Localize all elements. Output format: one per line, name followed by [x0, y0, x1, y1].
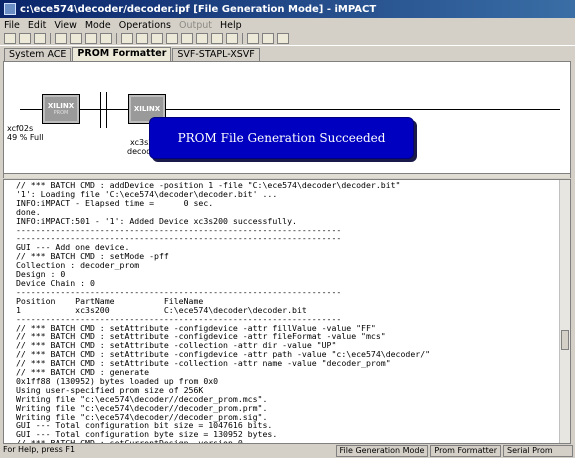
menu-operations[interactable]: Operations: [119, 20, 171, 31]
console-vertical-scrollbar[interactable]: [559, 180, 570, 443]
status-formatter: Prom Formatter: [430, 445, 501, 457]
success-message: PROM File Generation Succeeded: [177, 131, 386, 145]
chain-canvas[interactable]: XILINX PROM xcf02s 49 % Full XILINX xc3s…: [3, 61, 571, 174]
menu-help[interactable]: Help: [220, 20, 242, 31]
status-help-text: For Help, press F1: [3, 445, 76, 454]
status-bar: For Help, press F1 File Generation Mode …: [0, 444, 575, 458]
success-popup: PROM File Generation Succeeded: [149, 117, 414, 159]
configure-icon[interactable]: [211, 33, 223, 44]
cable-icon[interactable]: [247, 33, 259, 44]
console-output[interactable]: // *** BATCH CMD : addDevice -position 1…: [3, 179, 571, 444]
toolbar-separator: [116, 33, 117, 44]
canvas-horizontal-scrollbar[interactable]: [3, 174, 571, 178]
menu-bar: File Edit View Mode Operations Output He…: [0, 18, 575, 32]
title-bar: c:\ece574\decoder/decoder.ipf [File Gene…: [0, 0, 575, 18]
chain-divider: [106, 92, 107, 128]
blank-check-icon[interactable]: [181, 33, 193, 44]
chip-body: XILINX PROM: [45, 97, 77, 121]
menu-file[interactable]: File: [4, 20, 20, 31]
save-icon[interactable]: [34, 33, 46, 44]
verify-icon[interactable]: [151, 33, 163, 44]
erase-icon[interactable]: [166, 33, 178, 44]
open-file-icon[interactable]: [19, 33, 31, 44]
cut-icon[interactable]: [55, 33, 67, 44]
menu-output[interactable]: Output: [179, 20, 212, 31]
device-name-label: xcf02s: [7, 124, 34, 133]
xilinx-logo: XILINX: [47, 102, 75, 110]
chain-icon[interactable]: [121, 33, 133, 44]
new-file-icon[interactable]: [4, 33, 16, 44]
chip-sublabel: PROM: [53, 110, 69, 116]
status-mode: File Generation Mode: [335, 445, 429, 457]
scrollbar-thumb[interactable]: [561, 330, 569, 350]
chain-divider: [100, 92, 101, 128]
console-line: INFO:iMPACT - Elapsed time = 0 sec.: [16, 197, 214, 208]
menu-mode[interactable]: Mode: [85, 20, 111, 31]
delete-icon[interactable]: [100, 33, 112, 44]
copy-icon[interactable]: [70, 33, 82, 44]
readback-icon[interactable]: [196, 33, 208, 44]
toolbar: [0, 32, 575, 46]
paste-icon[interactable]: [85, 33, 97, 44]
menu-view[interactable]: View: [54, 20, 77, 31]
toolbar-separator: [242, 33, 243, 44]
prom-device[interactable]: XILINX PROM: [42, 94, 80, 124]
tab-bar: System ACE PROM Formatter SVF-STAPL-XSVF: [0, 47, 575, 61]
window-title: c:\ece574\decoder/decoder.ipf [File Gene…: [20, 3, 377, 15]
program-icon[interactable]: [136, 33, 148, 44]
menu-edit[interactable]: Edit: [28, 20, 46, 31]
toolbar-separator: [50, 33, 51, 44]
xilinx-logo: XILINX: [133, 105, 161, 113]
console-text: // *** BATCH CMD : addDevice -position 1…: [16, 181, 556, 443]
device-fill-label: 49 % Full: [7, 133, 44, 142]
help-icon[interactable]: [277, 33, 289, 44]
tab-system-ace[interactable]: System ACE: [4, 48, 72, 61]
status-target: Serial Prom: [503, 445, 573, 457]
app-icon: [4, 3, 16, 15]
tab-svf-stapl-xsvf[interactable]: SVF-STAPL-XSVF: [172, 48, 260, 61]
chain-connector: [20, 109, 560, 110]
console-line: Collection : decoder_prom: [16, 260, 140, 271]
idcode-icon[interactable]: [226, 33, 238, 44]
console-line: Design : 0: [16, 269, 66, 280]
tab-prom-formatter[interactable]: PROM Formatter: [72, 47, 172, 61]
settings-icon[interactable]: [262, 33, 274, 44]
